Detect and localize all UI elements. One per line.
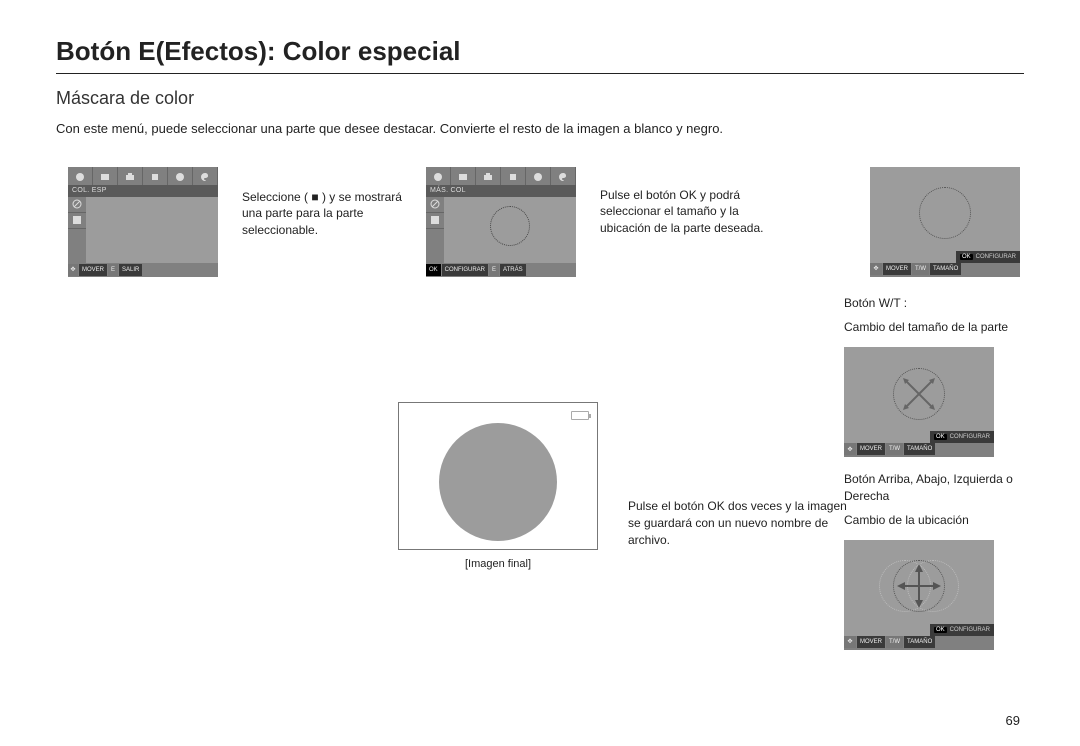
footer-tw: T/W: [886, 636, 903, 648]
wt-desc: Cambio del tamaño de la parte: [844, 319, 1020, 335]
palette-icon: [199, 170, 211, 182]
ok-box: OK: [960, 254, 973, 260]
dpad-icon: ✥: [68, 264, 78, 276]
camera-icon: [124, 170, 136, 182]
footer-mover: MOVER: [857, 636, 885, 648]
final-description: Pulse el botón OK dos veces y la imagen …: [628, 402, 848, 548]
effect-off-icon: [68, 197, 86, 213]
dpad-icon: ✥: [870, 263, 882, 275]
color-mask-icon: [426, 213, 444, 229]
color-mask-icon: [68, 213, 86, 229]
adjust-icon: [507, 170, 519, 182]
footer-mover: MOVER: [883, 263, 911, 275]
aperture-icon: [532, 170, 544, 182]
menu-screenshot-color-esp: COL. ESP ✥ MOVER E SALIR: [68, 167, 218, 277]
palette-icon: [557, 170, 569, 182]
mask-circle-icon: [490, 206, 530, 246]
resize-cross-icon: [893, 368, 945, 420]
page-number: 69: [1006, 713, 1020, 728]
ok-label: CONFIGURAR: [950, 434, 990, 440]
menu-screenshot-mask: MÁS. COL OK CONFIGURAR E ATRÁS: [426, 167, 576, 277]
step1-description: Seleccione ( ■ ) y se mostrará una parte…: [242, 167, 402, 239]
step2-description: Pulse el botón OK y podrá seleccionar el…: [600, 167, 780, 237]
footer-ok-box: OK: [426, 264, 441, 276]
dir-title: Botón Arriba, Abajo, Izquierda o Derecha: [844, 471, 1020, 503]
footer-salir: SALIR: [119, 264, 142, 276]
menu-title-label: COL. ESP: [68, 185, 218, 197]
final-mask-disc: [439, 423, 557, 541]
ok-box: OK: [934, 627, 947, 633]
ok-label: CONFIGURAR: [950, 627, 990, 633]
footer-configurar: CONFIGURAR: [442, 264, 488, 276]
final-image-frame: [398, 402, 598, 550]
menu-title-label: MÁS. COL: [426, 185, 576, 197]
landscape-icon: [99, 170, 111, 182]
footer-atras: ATRÁS: [500, 264, 526, 276]
footer-tamano: TAMAÑO: [904, 636, 935, 648]
dpad-icon: ✥: [844, 443, 856, 455]
dir-desc: Cambio de la ubicación: [844, 512, 1020, 528]
footer-mover: MOVER: [857, 443, 885, 455]
section-subtitle: Máscara de color: [56, 88, 1024, 109]
aperture-icon: [174, 170, 186, 182]
footer-e: E: [489, 264, 499, 276]
preview-mask-adjust: OK CONFIGURAR ✥ MOVER T/W TAMAÑO: [870, 167, 1020, 277]
ok-box: OK: [934, 434, 947, 440]
effect-off-icon: [426, 197, 444, 213]
footer-tw: T/W: [912, 263, 929, 275]
final-image-caption: [Imagen final]: [398, 558, 598, 570]
flower-icon: [432, 170, 444, 182]
battery-icon: [571, 411, 589, 420]
preview-resize: OK CONFIGURAR ✥ MOVER T/W TAMAÑO: [844, 347, 994, 457]
footer-tamano: TAMAÑO: [904, 443, 935, 455]
ok-label: CONFIGURAR: [976, 254, 1016, 260]
footer-e: E: [108, 264, 118, 276]
intro-text: Con este menú, puede seleccionar una par…: [56, 119, 1024, 139]
footer-tamano: TAMAÑO: [930, 263, 961, 275]
page-title: Botón E(Efectos): Color especial: [56, 36, 1024, 74]
flower-icon: [74, 170, 86, 182]
footer-tw: T/W: [886, 443, 903, 455]
landscape-icon: [457, 170, 469, 182]
footer-mover: MOVER: [79, 264, 107, 276]
mask-circle-icon: [919, 187, 971, 239]
dpad-icon: ✥: [844, 636, 856, 648]
adjust-icon: [149, 170, 161, 182]
move-arrows-icon: [893, 560, 945, 612]
camera-icon: [482, 170, 494, 182]
wt-title: Botón W/T :: [844, 295, 1020, 311]
preview-move: OK CONFIGURAR ✥ MOVER T/W TAMAÑO: [844, 540, 994, 650]
